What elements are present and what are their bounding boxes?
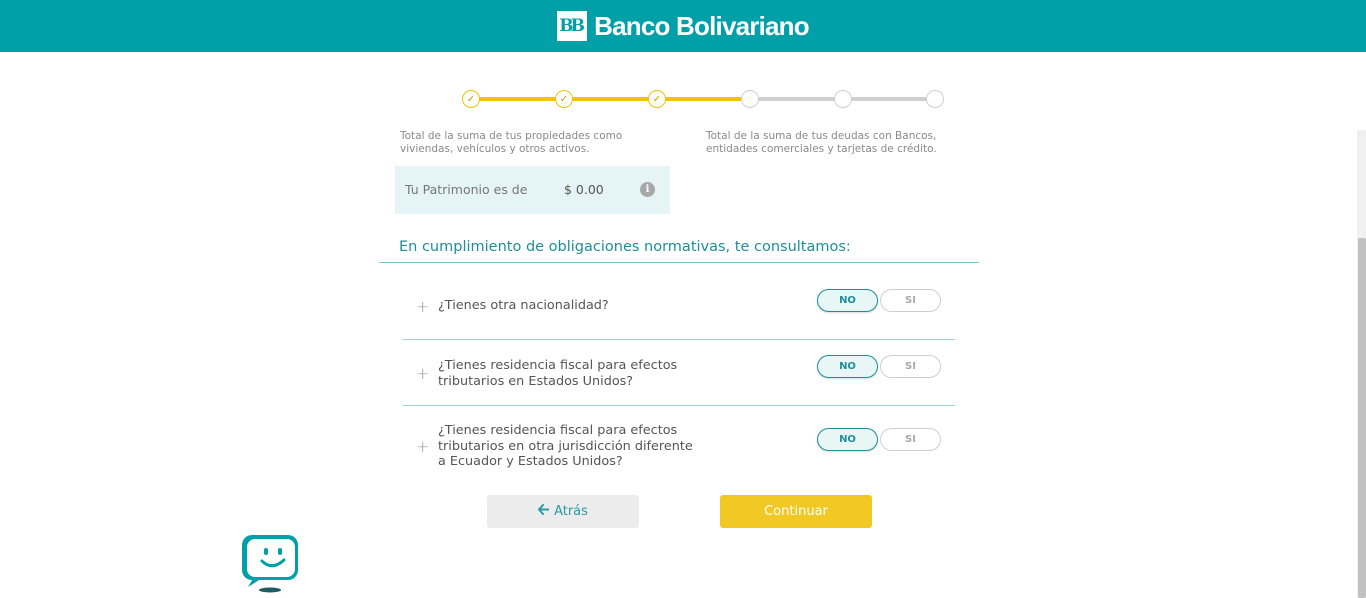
us-tax-no-toggle[interactable]: NO [817, 355, 878, 378]
us-tax-si-toggle[interactable]: SI [880, 355, 941, 378]
nationality-no-toggle[interactable]: NO [817, 289, 878, 312]
question-other-tax-residency: ¿Tienes residencia fiscal para efectos t… [438, 423, 693, 469]
step-6-dot [926, 90, 944, 108]
other-tax-no-toggle[interactable]: NO [817, 428, 878, 451]
back-button[interactable]: Atrás [487, 495, 639, 528]
step-1-dot: ✓ [462, 90, 480, 108]
debts-note: Total de la suma de tus deudas con Banco… [706, 130, 937, 155]
stepper-line-completed [469, 97, 748, 101]
logo-mark-icon: BB [557, 11, 588, 41]
chat-assistant-icon[interactable] [238, 533, 302, 593]
continue-button[interactable]: Continuar [720, 495, 872, 528]
step-4-dot [741, 90, 759, 108]
scrollbar-thumb[interactable] [1358, 238, 1366, 598]
arrow-left-icon [538, 504, 550, 519]
back-label: Atrás [554, 504, 588, 519]
row-divider [403, 339, 955, 340]
row-divider [403, 405, 955, 406]
step-5-dot [834, 90, 852, 108]
patrimonio-label: Tu Patrimonio es de [405, 182, 528, 197]
progress-stepper: ✓ ✓ ✓ [460, 88, 946, 110]
compliance-title: En cumplimiento de obligaciones normativ… [399, 239, 851, 255]
section-divider [379, 262, 979, 263]
check-icon: ✓ [559, 93, 569, 105]
nationality-si-toggle[interactable]: SI [880, 289, 941, 312]
question-us-tax-residency: ¿Tienes residencia fiscal para efectos t… [438, 358, 678, 389]
question-nationality: ¿Tienes otra nacionalidad? [438, 298, 609, 313]
expand-plus-icon[interactable]: + [416, 364, 429, 383]
other-tax-si-toggle[interactable]: SI [880, 428, 941, 451]
patrimonio-box: Tu Patrimonio es de $ 0.00 i [395, 166, 670, 214]
step-3-dot: ✓ [648, 90, 666, 108]
bank-name: Banco Bolivariano [594, 10, 809, 41]
expand-plus-icon[interactable]: + [416, 297, 429, 316]
check-icon: ✓ [466, 93, 476, 105]
step-2-dot: ✓ [555, 90, 573, 108]
top-header: BB Banco Bolivariano [0, 0, 1366, 52]
patrimonio-value: $ 0.00 [564, 182, 604, 197]
check-icon: ✓ [652, 93, 662, 105]
bank-logo[interactable]: BB Banco Bolivariano [557, 10, 810, 42]
assets-note: Total de la suma de tus propiedades como… [400, 130, 623, 155]
expand-plus-icon[interactable]: + [416, 437, 429, 456]
info-icon[interactable]: i [640, 182, 655, 197]
